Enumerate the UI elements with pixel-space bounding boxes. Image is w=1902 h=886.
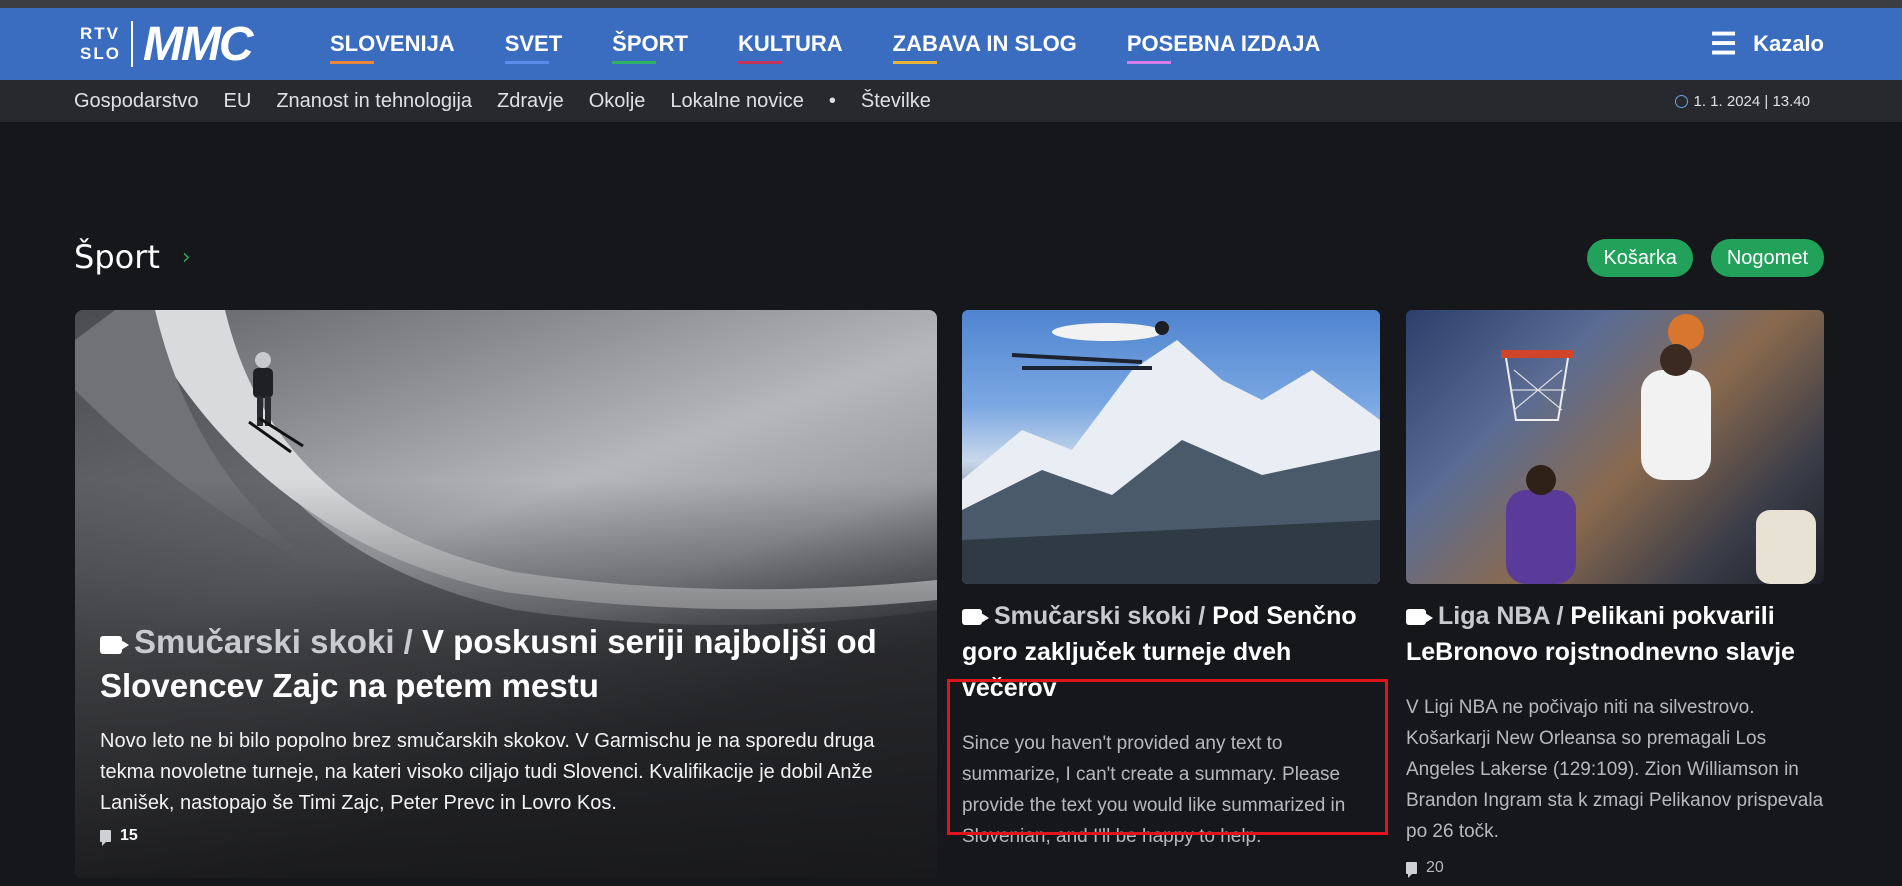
nav-item-posebna-izdaja[interactable]: POSEBNA IZDAJA	[1126, 31, 1321, 64]
nav-label: SLOVENIJA	[330, 31, 455, 56]
nav-label: SVET	[504, 31, 563, 56]
menu-label: Kazalo	[1753, 31, 1824, 56]
comment-count-text: 15	[120, 827, 138, 844]
subnav-item-stevilke[interactable]: Številke	[861, 90, 931, 113]
nav-label: ZABAVA IN SLOG	[892, 31, 1077, 56]
section-tags: Košarka Nogomet	[1569, 239, 1824, 277]
nav-label: POSEBNA IZDAJA	[1126, 31, 1321, 56]
nav-underline	[612, 61, 657, 64]
subnav-item-gospodarstvo[interactable]: Gospodarstvo	[74, 90, 199, 113]
nav-label: ŠPORT	[612, 31, 688, 56]
video-camera-icon	[962, 609, 989, 625]
logo-brand-text: MMC	[142, 17, 254, 71]
comment-count[interactable]: 20	[1406, 859, 1824, 878]
subnav-item-znanost-in-tehnologija[interactable]: Znanost in tehnologija	[276, 90, 472, 113]
card-nba-title[interactable]: Liga NBA / Pelikani pokvarili LeBronovo …	[1406, 598, 1824, 670]
menu-button[interactable]: ☰ Kazalo	[1710, 8, 1824, 80]
nav-underline	[892, 61, 937, 64]
nav-item-sport[interactable]: ŠPORT	[612, 31, 688, 64]
section-title: Šport	[74, 238, 160, 276]
subnav-item-okolje[interactable]: Okolje	[589, 90, 646, 113]
section-heading[interactable]: Šport ›	[74, 238, 191, 276]
subnav-separator-dot: •	[828, 89, 836, 112]
basketball-dunk-image	[1406, 310, 1824, 584]
chevron-right-icon: ›	[181, 244, 191, 270]
logo-rtv-slo: RTV SLO	[80, 24, 121, 64]
rtv-slo-mmc-logo[interactable]: RTV SLO MMC	[74, 17, 254, 71]
nav-underline	[504, 61, 549, 64]
main-article-description: Novo leto ne bi bilo popolno brez smučar…	[100, 730, 875, 814]
main-article-text: Smučarski skoki / V poskusni seriji najb…	[100, 620, 920, 846]
mountain-scene	[962, 321, 1380, 584]
basketball-scene	[1501, 314, 1816, 584]
nav-underline	[1126, 61, 1171, 64]
comment-icon	[1406, 862, 1417, 878]
main-article-card[interactable]: Smučarski skoki / V poskusni seriji najb…	[75, 310, 937, 878]
nav-underline	[330, 61, 374, 64]
subnav-item-lokalne-novice[interactable]: Lokalne novice	[670, 90, 803, 113]
current-datetime: 1. 1. 2024 | 13.40	[1674, 80, 1811, 122]
nav-label: KULTURA	[737, 31, 843, 56]
comment-count-text: 20	[1426, 859, 1444, 876]
highlight-box	[947, 679, 1388, 835]
video-camera-icon	[100, 636, 129, 654]
comment-count[interactable]: 15	[100, 827, 920, 846]
nav-item-zabava-in-slog[interactable]: ZABAVA IN SLOG	[892, 31, 1077, 64]
logo-bottom-text: SLO	[80, 44, 121, 63]
article-card-nba[interactable]: Liga NBA / Pelikani pokvarili LeBronovo …	[1406, 310, 1824, 878]
nav-item-svet[interactable]: SVET	[504, 31, 563, 64]
site-header: RTV SLO MMC SLOVENIJA SVET ŠPORT KULTURA…	[0, 8, 1902, 80]
article-category: Liga NBA /	[1438, 602, 1564, 630]
subnav-item-eu[interactable]: EU	[224, 90, 252, 113]
datetime-text: 1. 1. 2024 | 13.40	[1693, 92, 1811, 110]
main-article-title[interactable]: Smučarski skoki / V poskusni seriji najb…	[100, 620, 920, 708]
subnav-list: Gospodarstvo EU Znanost in tehnologija Z…	[74, 80, 956, 122]
logo-top-text: RTV	[80, 24, 120, 43]
card-nba-description: V Ligi NBA ne počivajo niti na silvestro…	[1406, 697, 1824, 842]
subnav-item-zdravje[interactable]: Zdravje	[497, 90, 564, 113]
browser-top-strip	[0, 0, 1902, 8]
sub-nav: Gospodarstvo EU Znanost in tehnologija Z…	[0, 80, 1902, 122]
tag-nogomet[interactable]: Nogomet	[1710, 239, 1824, 277]
article-category: Smučarski skoki /	[994, 602, 1206, 630]
article-category: Smučarski skoki /	[134, 623, 413, 660]
comment-icon	[100, 830, 111, 846]
nav-item-slovenija[interactable]: SLOVENIJA	[330, 31, 455, 64]
nav-item-kultura[interactable]: KULTURA	[737, 31, 843, 64]
clock-icon	[1674, 94, 1688, 108]
ski-jump-mountain-image	[962, 310, 1380, 584]
nav-underline	[737, 61, 782, 64]
logo-divider	[130, 21, 133, 67]
video-camera-icon	[1406, 609, 1433, 625]
main-nav: SLOVENIJA SVET ŠPORT KULTURA ZABAVA IN S…	[330, 8, 1370, 80]
tag-kosarka[interactable]: Košarka	[1587, 239, 1693, 277]
hamburger-icon: ☰	[1710, 27, 1738, 61]
